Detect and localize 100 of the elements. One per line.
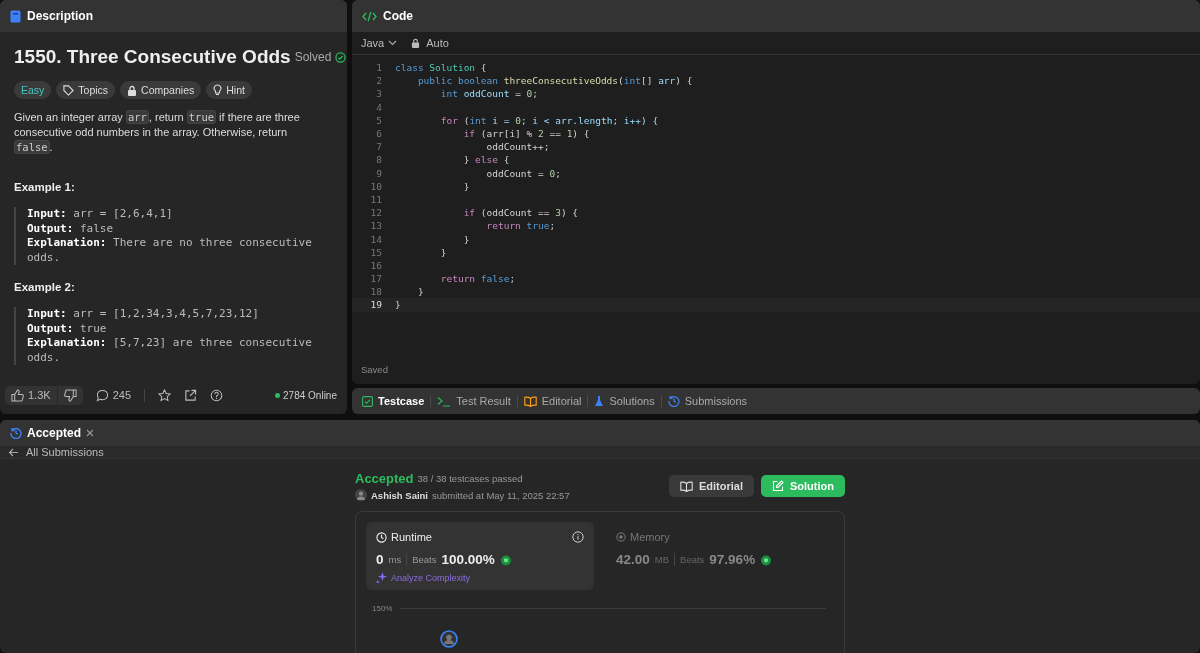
code-line: oddCount++; — [485, 141, 550, 153]
line-number: 11 — [369, 193, 382, 205]
problem-title: 1550. Three Consecutive Odds — [14, 46, 291, 68]
hint-tag[interactable]: Hint — [206, 81, 252, 99]
document-icon — [10, 9, 21, 23]
example-line: Input: arr = [1,2,34,3,4,5,7,23,12] — [27, 307, 260, 322]
online-count: 2784 Online — [283, 389, 337, 401]
avatar — [355, 489, 367, 501]
testcases-passed: 38 / 38 testcases passed — [417, 473, 523, 484]
metric-title: Memory — [630, 531, 670, 543]
example-line: Output: true — [27, 321, 108, 336]
star-icon[interactable] — [158, 388, 171, 402]
line-number: 3 — [375, 88, 382, 100]
history-icon — [667, 395, 680, 407]
language-select[interactable]: Java — [361, 37, 398, 49]
thumbs-down-icon — [63, 388, 77, 402]
code-line: return true; — [485, 220, 556, 232]
example-line: Output: false — [27, 221, 115, 236]
terminal-icon — [437, 395, 452, 407]
difficulty-tag[interactable]: Easy — [14, 81, 52, 99]
lock-icon — [127, 84, 138, 96]
book-icon — [680, 480, 693, 492]
code-line: } — [416, 286, 424, 298]
info-icon[interactable] — [572, 531, 584, 543]
code-line: } — [439, 246, 447, 258]
example-line: Explanation: [5,7,23] are three consecutive odds. — [27, 336, 312, 365]
panel-tab[interactable]: Editorial — [523, 395, 582, 407]
example-line: Explanation: There are no three consecutive odds. — [27, 236, 312, 265]
axis-label: 150% — [372, 604, 393, 613]
example-heading: Example 2: — [14, 281, 76, 293]
line-number: 7 — [375, 141, 382, 153]
help-icon[interactable] — [210, 388, 223, 402]
check-circle-icon — [335, 51, 347, 63]
flask-icon — [594, 395, 605, 407]
code-line: if (arr[i] % 2 == 1) { — [462, 128, 590, 140]
chevron-down-icon — [388, 40, 398, 46]
code-line: for (int i = 0; i < arr.length; i++) { — [439, 114, 659, 126]
mode-label[interactable]: Auto — [426, 37, 449, 49]
beats-percent: 100.00% — [441, 552, 495, 567]
code-line: } — [395, 299, 401, 311]
line-number: 10 — [369, 180, 382, 192]
history-icon — [10, 427, 22, 439]
line-number: 19 — [369, 299, 382, 311]
close-icon[interactable] — [86, 429, 95, 437]
username[interactable]: Ashish Saini — [371, 489, 428, 501]
editorial-button[interactable]: Editorial — [669, 475, 754, 497]
comments-button[interactable]: 245 — [95, 388, 131, 402]
line-number: 8 — [375, 154, 382, 166]
beats-label: Beats — [680, 554, 705, 565]
line-number: 2 — [375, 75, 382, 87]
line-number: 13 — [369, 220, 382, 232]
metric-value: 42.00 — [616, 552, 650, 567]
line-number: 1 — [375, 62, 382, 74]
online-dot — [275, 392, 281, 398]
checkbox-icon — [362, 395, 373, 407]
example-heading: Example 1: — [14, 181, 76, 193]
submission-time: submitted at May 11, 2025 22:57 — [432, 489, 570, 501]
book-icon — [523, 395, 537, 407]
share-icon[interactable] — [184, 388, 197, 402]
beats-label: Beats — [412, 554, 437, 565]
line-number: 17 — [369, 273, 382, 285]
panel-tab[interactable]: Solutions — [594, 395, 655, 407]
panel-tab[interactable]: Testcase — [362, 395, 425, 407]
avatar — [440, 630, 458, 648]
code-icon — [362, 10, 377, 22]
code-line: int oddCount = 0; — [439, 88, 539, 100]
metric-value: 0 — [376, 552, 384, 567]
code-line: class Solution { — [395, 62, 487, 74]
runtime-metric[interactable]: Runtime 0 ms Beats 100.00% Analyze Complexity — [366, 522, 594, 590]
panel-tab[interactable]: Accepted — [27, 426, 82, 440]
edit-icon — [772, 480, 784, 492]
line-number: 15 — [369, 246, 382, 258]
panel-tab[interactable]: Test Result — [437, 395, 511, 407]
line-number: 4 — [375, 101, 382, 113]
clock-icon — [376, 531, 387, 543]
arrow-left-icon — [8, 447, 19, 457]
problem-statement: Given an integer array arr , return true if there are three consecutive odd numbers in the array. Otherwise, return false . — [14, 110, 301, 155]
tag-icon — [63, 84, 75, 96]
saved-status: Saved — [360, 364, 389, 377]
result-status: Accepted — [355, 471, 414, 486]
example-line: Input: arr = [2,6,4,1] — [27, 207, 174, 222]
lightbulb-icon — [213, 84, 223, 96]
line-number: 12 — [369, 207, 382, 219]
metric-unit: ms — [388, 554, 402, 565]
panel-tab[interactable]: Code — [383, 9, 413, 23]
line-number: 9 — [375, 167, 382, 179]
metric-title: Runtime — [391, 531, 432, 543]
code-line: } — [462, 180, 470, 192]
memory-metric[interactable]: Memory 42.00 MB Beats 97.96% — [606, 522, 834, 590]
code-line: } — [462, 233, 470, 245]
back-link[interactable]: All Submissions — [8, 446, 104, 458]
sparkle-icon — [376, 572, 387, 583]
panel-tab[interactable]: Description — [27, 9, 93, 23]
code-line: public boolean threeConsecutiveOdds(int[] arr) { — [416, 75, 693, 87]
line-number: 5 — [375, 114, 382, 126]
companies-tag[interactable]: Companies — [120, 81, 202, 99]
topics-tag[interactable]: Topics — [56, 81, 116, 99]
comment-icon — [95, 388, 109, 402]
panel-tab[interactable]: Submissions — [667, 395, 748, 407]
code-line: } else { — [462, 154, 510, 166]
